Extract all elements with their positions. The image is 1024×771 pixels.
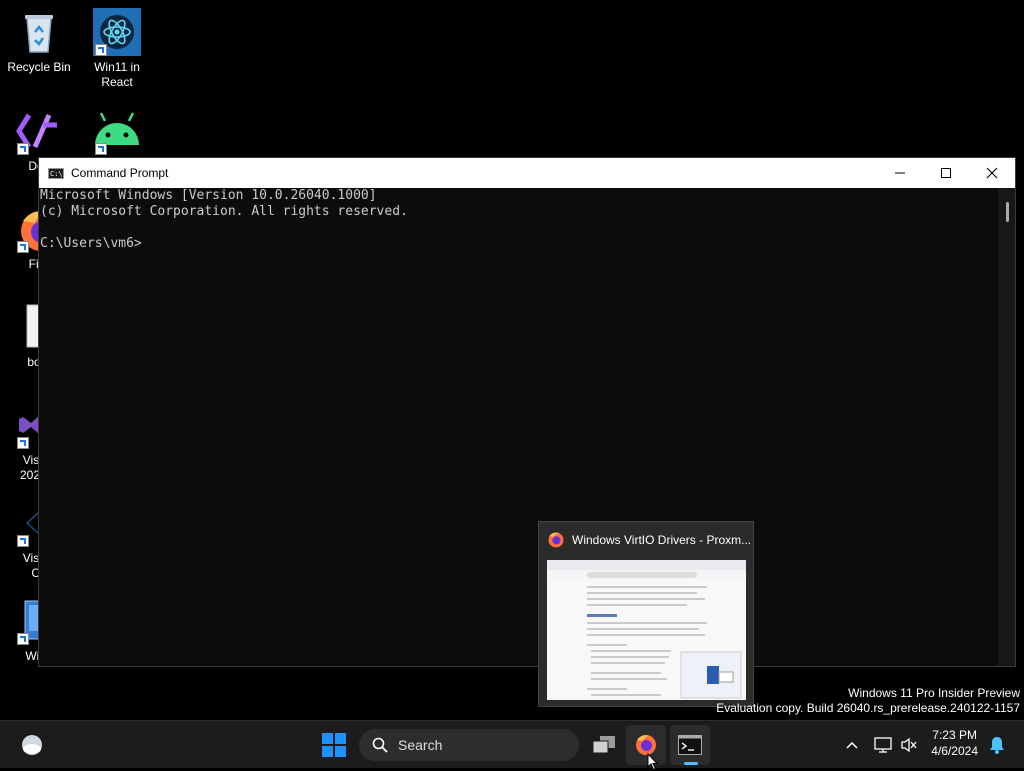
scrollbar-thumb[interactable] — [1006, 202, 1009, 222]
speaker-muted-icon — [901, 737, 917, 753]
preview-thumbnail-image[interactable] — [547, 560, 746, 700]
desktop-icon-recycle-bin[interactable]: Recycle Bin — [1, 8, 77, 75]
mouse-cursor-icon — [647, 753, 659, 771]
vertical-scrollbar[interactable] — [998, 188, 1015, 666]
shortcut-arrow-icon — [95, 143, 107, 155]
taskbar-thumbnail-preview[interactable]: Windows VirtIO Drivers - Proxm... — [538, 521, 754, 707]
shortcut-arrow-icon — [95, 44, 107, 56]
active-app-indicator — [684, 762, 698, 765]
taskbar-firefox-button[interactable] — [626, 725, 666, 765]
desktop-icon-label: Win11 in React — [94, 60, 140, 89]
console-line: (c) Microsoft Corporation. All rights re… — [40, 204, 408, 219]
desktop-icon-label: Recycle Bin — [7, 60, 71, 74]
maximize-icon — [941, 168, 951, 178]
firefox-icon — [548, 532, 564, 548]
desktop-icon-win11-react[interactable]: Win11 in React — [79, 8, 155, 90]
maximize-button[interactable] — [923, 158, 969, 188]
shortcut-arrow-icon — [17, 437, 29, 449]
console-line: Microsoft Windows [Version 10.0.26040.10… — [40, 188, 377, 203]
android-icon — [93, 107, 141, 155]
watermark-line: Evaluation copy. Build 26040.rs_prerelea… — [716, 701, 1020, 715]
window-title-bar[interactable]: C:\ Command Prompt — [39, 158, 1015, 188]
system-clock[interactable]: 7:23 PM 4/6/2024 — [931, 727, 978, 759]
task-view-button[interactable] — [584, 725, 624, 765]
cmd-app-icon: C:\ — [48, 167, 64, 179]
close-icon — [986, 167, 998, 179]
volume-button[interactable] — [898, 725, 920, 765]
task-view-icon — [592, 736, 615, 754]
terminal-icon — [678, 735, 702, 755]
search-icon — [372, 737, 388, 753]
evaluation-watermark: Windows 11 Pro Insider Preview Evaluatio… — [716, 686, 1020, 716]
taskbar: Search 7:23 PM 4/6/2024 — [0, 720, 1024, 771]
windows-logo-icon — [322, 733, 346, 757]
minimize-icon — [895, 172, 905, 174]
minimize-button[interactable] — [877, 158, 923, 188]
clock-time: 7:23 PM — [932, 728, 977, 742]
weather-cloud-icon — [22, 735, 42, 755]
window-title: Command Prompt — [71, 166, 169, 180]
taskbar-terminal-button[interactable] — [670, 725, 710, 765]
network-status-button[interactable] — [872, 725, 894, 765]
clock-date: 4/6/2024 — [931, 744, 978, 758]
bell-icon — [990, 737, 1004, 754]
command-prompt-window[interactable]: C:\ Command Prompt Microsoft Windows [Ve… — [38, 157, 1016, 667]
recycle-bin-icon — [15, 8, 63, 56]
shortcut-arrow-icon — [17, 143, 29, 155]
console-output[interactable]: Microsoft Windows [Version 10.0.26040.10… — [39, 188, 998, 666]
network-icon — [874, 737, 892, 753]
react-icon — [93, 8, 141, 56]
watermark-line: Windows 11 Pro Insider Preview — [848, 686, 1020, 700]
dev-icon — [15, 107, 63, 155]
search-placeholder: Search — [398, 737, 443, 753]
preview-title: Windows VirtIO Drivers - Proxm... — [572, 533, 752, 547]
notifications-button[interactable] — [986, 725, 1008, 765]
console-prompt: C:\Users\vm6> — [40, 236, 142, 251]
widgets-button[interactable] — [14, 725, 50, 765]
close-button[interactable] — [969, 158, 1015, 188]
shortcut-arrow-icon — [17, 241, 29, 253]
chevron-up-icon — [846, 741, 858, 749]
taskbar-search-box[interactable]: Search — [359, 729, 579, 761]
shortcut-arrow-icon — [17, 633, 29, 645]
show-hidden-icons-button[interactable] — [840, 725, 864, 765]
shortcut-arrow-icon — [17, 535, 29, 547]
desktop-icon-android[interactable] — [79, 107, 155, 159]
preview-title-bar: Windows VirtIO Drivers - Proxm... — [539, 522, 753, 558]
start-button[interactable] — [314, 725, 354, 765]
